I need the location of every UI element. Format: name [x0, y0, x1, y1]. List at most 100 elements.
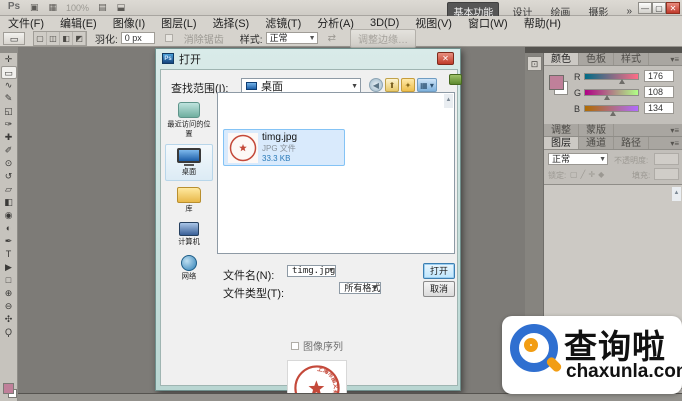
filetype-combo[interactable]: 所有格式 ▼ — [339, 282, 382, 294]
tab-channels[interactable]: 通道 — [579, 137, 614, 149]
blue-value-input[interactable]: 134 — [644, 102, 674, 114]
gradient-tool[interactable]: ◧ — [1, 196, 17, 209]
new-folder-icon[interactable]: ✦ — [401, 78, 415, 92]
cancel-button[interactable]: 取消 — [423, 281, 455, 297]
foreground-color-swatch[interactable] — [3, 383, 14, 394]
3d-rotate-tool[interactable]: ⊕ — [1, 287, 17, 300]
sidebar-item-recent[interactable]: 最近访问的位置 — [165, 102, 213, 140]
zoom-level-combo[interactable]: 100% — [62, 3, 93, 13]
tab-styles[interactable]: 样式 — [614, 53, 649, 65]
3d-roll-tool[interactable]: ⊖ — [1, 300, 17, 313]
file-list[interactable]: ▲ timg.jpg JPG 文件 33.3 KB — [217, 92, 455, 254]
type-tool[interactable]: T — [1, 248, 17, 261]
tab-paths[interactable]: 路径 — [614, 137, 649, 149]
menu-image[interactable]: 图像(I) — [105, 15, 153, 31]
current-tool-icon[interactable]: ▭ — [3, 31, 25, 45]
menu-edit[interactable]: 编辑(E) — [52, 15, 105, 31]
sidebar-item-libraries[interactable]: 库 — [165, 187, 213, 214]
tab-masks[interactable]: 蒙版 — [579, 124, 614, 136]
blue-slider-thumb[interactable] — [610, 111, 616, 116]
green-slider[interactable] — [584, 89, 639, 96]
quick-select-tool[interactable]: ✎ — [1, 92, 17, 105]
chevron-down-icon: ▼ — [371, 285, 379, 292]
tab-color[interactable]: 颜色 — [544, 53, 579, 65]
views-menu-icon[interactable]: ▦ ▾ — [417, 78, 437, 92]
pen-tool[interactable]: ✒ — [1, 235, 17, 248]
network-globe-icon — [181, 255, 197, 271]
rect-marquee-tool[interactable]: ▭ — [0, 66, 17, 79]
up-folder-icon[interactable]: ⬆ — [385, 78, 399, 92]
menu-file[interactable]: 文件(F) — [0, 15, 52, 31]
style-combo[interactable]: 正常 ▼ — [265, 32, 318, 44]
sidebar-item-computer[interactable]: 计算机 — [165, 222, 213, 247]
zoom-tool[interactable]: Ϙ — [1, 326, 17, 339]
tab-swatches[interactable]: 色板 — [579, 53, 614, 65]
menu-3d[interactable]: 3D(D) — [362, 17, 407, 29]
history-brush-tool[interactable]: ↺ — [1, 170, 17, 183]
eyedropper-tool[interactable]: ✑ — [1, 118, 17, 131]
view-extras-icon[interactable]: ▦ — [44, 2, 63, 13]
filename-input[interactable]: timg.jpg ▼ — [287, 265, 337, 277]
fill-label: 填充: — [632, 171, 651, 180]
blend-mode-combo[interactable]: 正常 ▼ — [548, 153, 608, 165]
move-tool[interactable]: ✛ — [1, 53, 17, 66]
close-button[interactable]: ✕ — [666, 2, 680, 14]
intersect-selection-icon[interactable]: ◩ — [73, 31, 86, 45]
file-item-timg[interactable]: timg.jpg JPG 文件 33.3 KB — [223, 129, 345, 166]
bridge-icon[interactable]: ▣ — [25, 2, 44, 13]
menu-window[interactable]: 窗口(W) — [460, 15, 516, 31]
scroll-up-icon[interactable]: ▲ — [672, 187, 681, 201]
panel-menu-icon[interactable]: ▾≡ — [670, 124, 679, 137]
blur-tool[interactable]: ◉ — [1, 209, 17, 222]
subtract-selection-icon[interactable]: ◧ — [60, 31, 73, 45]
menu-layer[interactable]: 图层(L) — [153, 15, 204, 31]
red-slider[interactable] — [584, 73, 639, 80]
feather-input[interactable]: 0 px — [120, 32, 155, 44]
lasso-tool[interactable]: ∿ — [1, 79, 17, 92]
arrange-documents-icon[interactable]: ▤ — [93, 2, 112, 13]
panel-menu-icon[interactable]: ▾≡ — [670, 53, 679, 66]
red-slider-thumb[interactable] — [619, 79, 625, 84]
clone-stamp-tool[interactable]: ⊙ — [1, 157, 17, 170]
lock-icons[interactable]: ▢╱✛◆ — [570, 170, 607, 179]
desktop-icon — [246, 82, 257, 90]
restore-button[interactable]: ▢ — [652, 2, 666, 14]
history-panel-icon[interactable]: ⊡ — [527, 56, 542, 71]
scroll-up-icon[interactable]: ▲ — [444, 94, 453, 108]
selection-mode-group: ▢ ◫ ◧ ◩ — [33, 30, 87, 46]
eraser-tool[interactable]: ▱ — [1, 183, 17, 196]
menu-help[interactable]: 帮助(H) — [516, 15, 569, 31]
screen-mode-icon[interactable]: ⬓ — [112, 2, 131, 13]
tab-layers[interactable]: 图层 — [544, 137, 579, 149]
dodge-tool[interactable]: ◐ — [1, 222, 17, 235]
refine-edge-button: 调整边缘… — [349, 28, 416, 48]
tab-adjustments[interactable]: 调整 — [544, 124, 579, 136]
open-button[interactable]: 打开(O) — [423, 263, 455, 291]
path-select-tool[interactable]: ▶ — [1, 261, 17, 274]
menu-select[interactable]: 选择(S) — [205, 15, 258, 31]
tools-panel: ✛ ▭ ∿ ✎ ◱ ✑ ✚ ✐ ⊙ ↺ ▱ ◧ ◉ ◐ ✒ T ▶ □ ⊕ ⊖ … — [0, 47, 18, 401]
dialog-close-button[interactable]: ✕ — [437, 52, 454, 65]
red-value-input[interactable]: 176 — [644, 70, 674, 82]
back-icon[interactable]: ◀ — [369, 78, 383, 92]
panel-menu-icon[interactable]: ▾≡ — [670, 137, 679, 150]
menu-filter[interactable]: 滤镜(T) — [257, 15, 309, 31]
crop-tool[interactable]: ◱ — [1, 105, 17, 118]
add-selection-icon[interactable]: ◫ — [47, 31, 60, 45]
photoshop-window: Ps ▣ ▦ 100% ▤ ⬓ 基本功能 设计 绘画 摄影 » — ▢ ✕ 文件… — [0, 0, 682, 401]
green-slider-thumb[interactable] — [604, 95, 610, 100]
dialog-titlebar[interactable]: Ps 打开 ✕ — [156, 49, 460, 68]
antialias-checkbox[interactable] — [164, 34, 173, 42]
healing-brush-tool[interactable]: ✚ — [1, 131, 17, 144]
hand-tool[interactable]: ✣ — [1, 313, 17, 326]
image-sequence-checkbox[interactable] — [291, 341, 299, 350]
minimize-button[interactable]: — — [638, 2, 652, 14]
sidebar-item-network[interactable]: 网络 — [165, 255, 213, 282]
image-folder-icon[interactable] — [449, 74, 462, 85]
new-selection-icon[interactable]: ▢ — [34, 31, 47, 45]
chaxunla-logo-icon — [510, 324, 566, 380]
sidebar-item-desktop[interactable]: 桌面 — [165, 144, 213, 181]
shape-tool[interactable]: □ — [1, 274, 17, 287]
green-value-input[interactable]: 108 — [644, 86, 674, 98]
brush-tool[interactable]: ✐ — [1, 144, 17, 157]
